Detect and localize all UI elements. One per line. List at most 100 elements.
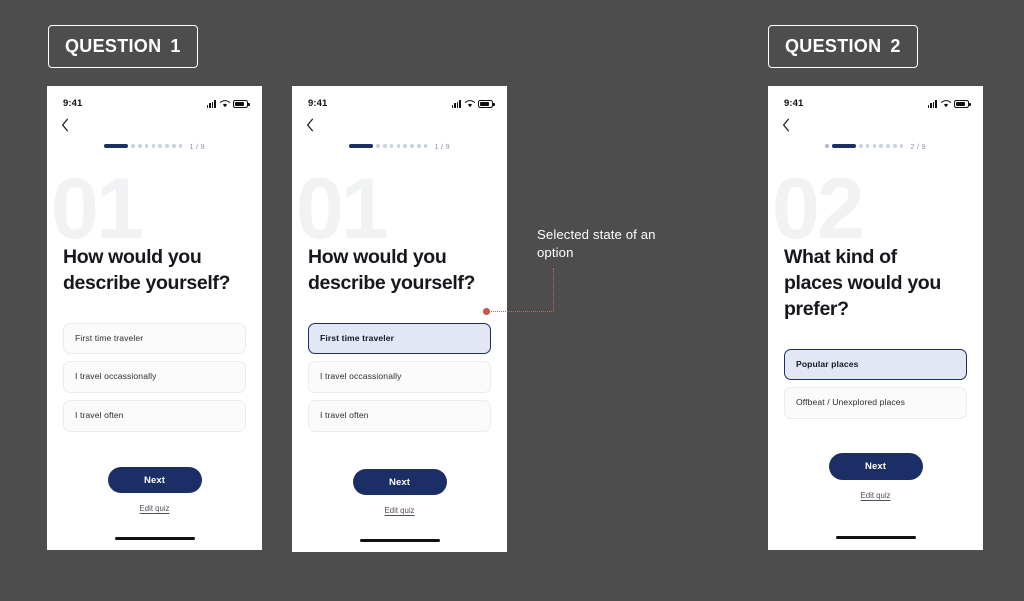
- section-label-number: 1: [170, 36, 181, 56]
- progress-step-dot: [859, 144, 863, 148]
- progress-step-dot: [825, 144, 829, 148]
- progress-indicator: 2 / 9: [768, 137, 983, 155]
- question-title: How would you describe yourself?: [63, 246, 231, 294]
- cellular-signal-icon: [206, 100, 216, 108]
- option-1[interactable]: First time traveler: [63, 322, 246, 355]
- status-bar-icons: [927, 99, 971, 108]
- progress-steps: [349, 143, 428, 149]
- battery-icon: [954, 99, 971, 108]
- progress-step-dot: [165, 144, 169, 148]
- phone-mockup-screen-3: 9:41 2 / 9 02 What kind of places would you…: [768, 86, 983, 550]
- battery-fill: [235, 101, 245, 106]
- progress-step-dot: [410, 144, 414, 148]
- question-number-watermark: 02: [772, 161, 865, 257]
- nav-row: [292, 112, 507, 136]
- progress-step-dot: [396, 144, 401, 148]
- section-label-text: QUESTION: [65, 36, 162, 56]
- progress-step-dot: [151, 144, 156, 148]
- option-2[interactable]: I travel occassionally: [63, 361, 246, 394]
- question-2-section-label: QUESTION 2: [768, 25, 918, 68]
- progress-step-dot: [389, 144, 394, 148]
- progress-steps: [104, 143, 183, 149]
- annotation-connector-horizontal: [489, 311, 554, 312]
- progress-steps: [825, 143, 904, 149]
- nav-row: [768, 112, 983, 136]
- option-2[interactable]: I travel occassionally: [308, 361, 491, 394]
- screen-footer: Next Edit quiz: [63, 467, 246, 550]
- status-bar-time: 9:41: [784, 98, 804, 109]
- wifi-icon: [464, 99, 475, 108]
- battery-fill: [956, 101, 966, 106]
- progress-step-dot: [376, 144, 380, 148]
- edit-quiz-link[interactable]: Edit quiz: [861, 491, 891, 500]
- progress-count-label: 2 / 9: [910, 141, 926, 151]
- status-bar: 9:41: [292, 86, 507, 112]
- question-number-watermark: 01: [296, 161, 389, 257]
- edit-quiz-link[interactable]: Edit quiz: [385, 506, 415, 515]
- option-3[interactable]: I travel often: [63, 400, 246, 432]
- home-indicator: [114, 537, 195, 540]
- section-label-text: QUESTION: [785, 36, 882, 56]
- options-list: Popular places Offbeat / Unexplored place…: [784, 348, 967, 419]
- progress-step-dot: [383, 144, 387, 148]
- option-1-selected[interactable]: Popular places: [784, 348, 967, 381]
- progress-step-dot: [144, 144, 149, 148]
- back-chevron-icon[interactable]: [782, 116, 798, 134]
- option-2[interactable]: Offbeat / Unexplored places: [784, 387, 967, 419]
- back-chevron-icon[interactable]: [61, 116, 77, 134]
- progress-step-dot: [178, 144, 183, 148]
- screen-footer: Next Edit quiz: [308, 469, 491, 552]
- annotation-label: Selected state of an option: [537, 227, 656, 261]
- progress-step-dot: [416, 144, 421, 148]
- battery-icon: [478, 99, 495, 108]
- edit-quiz-link[interactable]: Edit quiz: [140, 504, 170, 513]
- cellular-signal-icon: [927, 100, 937, 108]
- next-button[interactable]: Next: [828, 453, 923, 480]
- option-3[interactable]: I travel often: [308, 400, 491, 432]
- question-title: How would you describe yourself?: [308, 246, 476, 294]
- option-1-selected[interactable]: First time traveler: [308, 322, 491, 355]
- progress-step-dot: [171, 144, 176, 148]
- battery-fill: [480, 101, 490, 106]
- phone-mockup-screen-1: 9:41 1 / 9 01 How would you describe yourse…: [47, 86, 262, 550]
- progress-step-dot: [886, 144, 890, 148]
- question-title: What kind of places would you prefer?: [784, 246, 941, 320]
- progress-step-dot: [138, 144, 142, 148]
- progress-indicator: 1 / 9: [47, 137, 262, 155]
- screen-body: 01 How would you describe yourself? First …: [47, 155, 262, 550]
- progress-indicator: 1 / 9: [292, 137, 507, 155]
- phone-mockup-screen-2: 9:41 1 / 9 01 How would you describe yourse…: [292, 86, 507, 552]
- options-list: First time traveler I travel occassionall…: [308, 322, 491, 432]
- progress-step-dot: [403, 144, 407, 148]
- wifi-icon: [219, 99, 230, 108]
- progress-step-active-bar: [349, 143, 374, 149]
- progress-step-dot: [872, 144, 877, 148]
- progress-step-active-bar: [104, 143, 129, 149]
- annotation-connector-vertical: [553, 268, 554, 312]
- question-1-section-label: QUESTION 1: [48, 25, 198, 68]
- progress-step-dot: [892, 144, 897, 148]
- status-bar-time: 9:41: [308, 98, 328, 109]
- status-bar: 9:41: [47, 86, 262, 112]
- home-indicator: [359, 539, 440, 542]
- status-bar-icons: [206, 99, 250, 108]
- battery-icon: [233, 99, 250, 108]
- cellular-signal-icon: [451, 100, 461, 108]
- screen-body: 02 What kind of places would you prefer? P…: [768, 155, 983, 550]
- nav-row: [47, 112, 262, 136]
- back-chevron-icon[interactable]: [306, 116, 322, 134]
- section-label-number: 2: [890, 36, 901, 56]
- screen-footer: Next Edit quiz: [784, 453, 967, 550]
- progress-step-dot: [158, 144, 162, 148]
- progress-count-label: 1 / 9: [189, 141, 205, 151]
- question-number-watermark: 01: [51, 161, 144, 257]
- status-bar-time: 9:41: [63, 98, 83, 109]
- progress-step-dot: [131, 144, 135, 148]
- wifi-icon: [940, 99, 951, 108]
- status-bar: 9:41: [768, 86, 983, 112]
- progress-step-dot: [899, 144, 904, 148]
- home-indicator: [835, 536, 916, 539]
- next-button[interactable]: Next: [352, 469, 447, 495]
- progress-step-active-bar: [831, 143, 856, 149]
- next-button[interactable]: Next: [107, 467, 202, 493]
